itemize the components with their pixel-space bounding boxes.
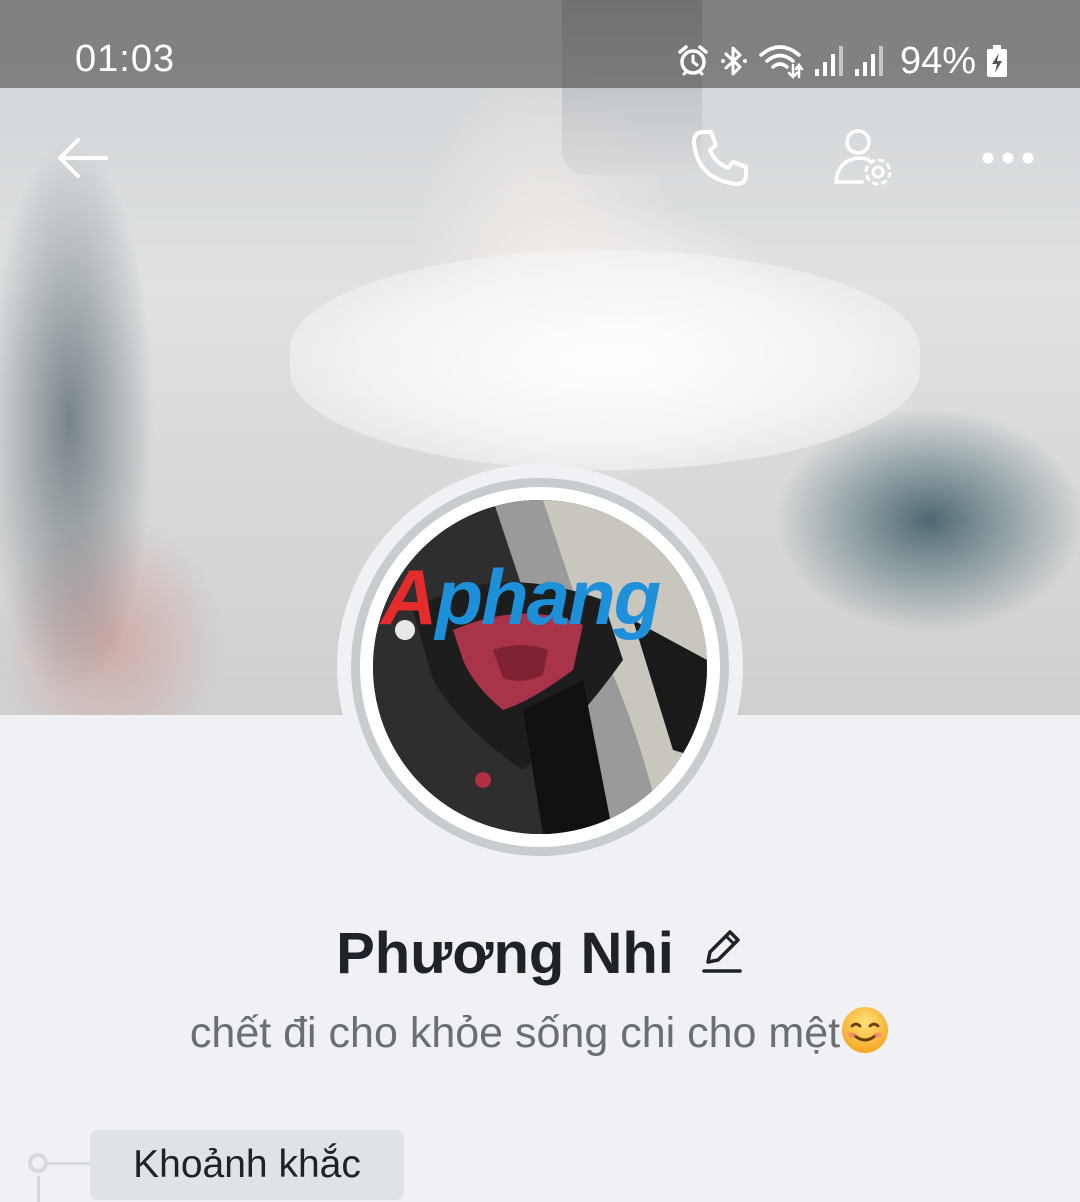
more-horizontal-icon xyxy=(980,148,1036,173)
user-settings-icon xyxy=(832,126,896,195)
tab-moments-label: Khoảnh khắc xyxy=(133,1143,361,1186)
avatar-watermark: Aphang xyxy=(381,553,661,641)
timeline-line xyxy=(37,1176,40,1202)
cover-fur-detail xyxy=(290,250,920,470)
alarm-icon xyxy=(676,44,710,78)
pencil-icon[interactable] xyxy=(700,926,744,981)
timeline-connector xyxy=(48,1162,90,1165)
signal-icon xyxy=(854,45,884,77)
status-time: 01:03 xyxy=(75,38,176,80)
timeline-dot xyxy=(28,1153,48,1173)
profile-settings-button[interactable] xyxy=(830,126,898,194)
back-button[interactable] xyxy=(48,126,116,194)
wifi-icon xyxy=(758,43,804,79)
tab-moments[interactable]: Khoảnh khắc xyxy=(90,1130,404,1200)
avatar-container[interactable]: Aphang xyxy=(337,464,743,870)
profile-bio: chết đi cho khỏe sống chi cho mệt xyxy=(0,1005,1080,1058)
profile-name-row: Phương Nhi xyxy=(0,920,1080,987)
call-button[interactable] xyxy=(686,126,754,194)
arrow-left-icon xyxy=(54,134,110,187)
phone-icon xyxy=(689,127,751,194)
battery-percent: 94% xyxy=(899,39,976,82)
status-icons: 94% xyxy=(676,38,1008,84)
signal-icon xyxy=(814,45,844,77)
smiling-face-icon xyxy=(840,1005,890,1055)
avatar-photo xyxy=(373,500,707,834)
battery-charging-icon xyxy=(986,44,1008,78)
bio-text: chết đi cho khỏe sống chi cho mệt xyxy=(189,1009,841,1057)
profile-name: Phương Nhi xyxy=(336,921,674,986)
bluetooth-icon xyxy=(720,44,748,78)
status-bar: 01:03 94% xyxy=(0,0,1080,88)
avatar[interactable]: Aphang xyxy=(373,500,707,834)
more-button[interactable] xyxy=(974,126,1042,194)
